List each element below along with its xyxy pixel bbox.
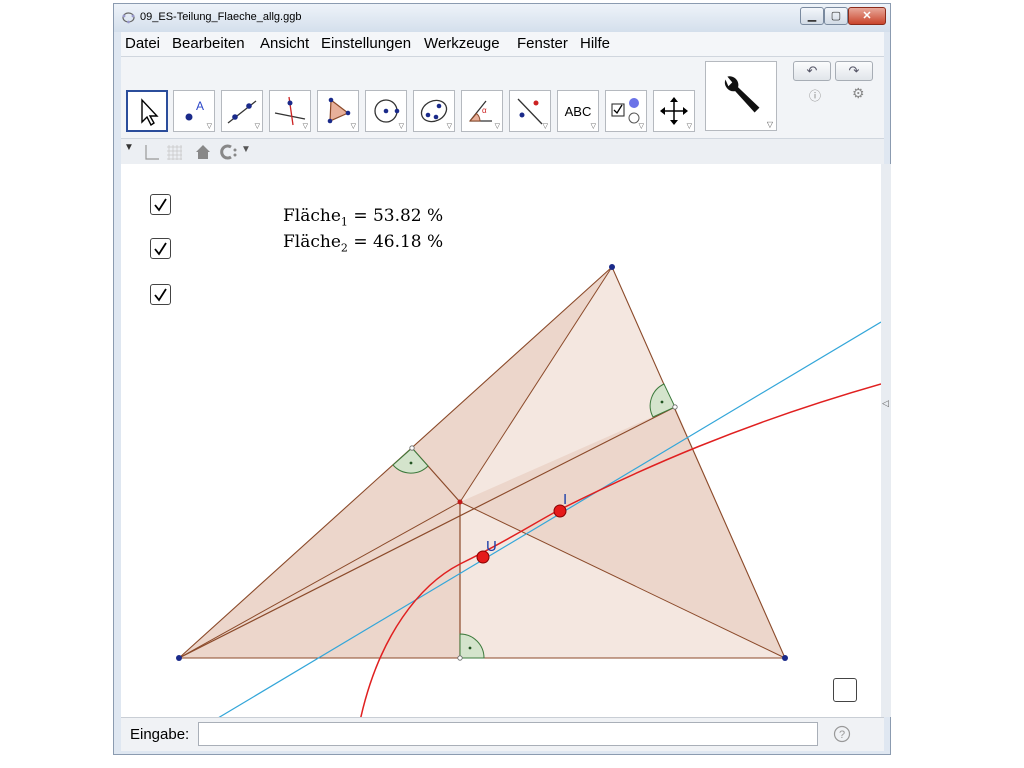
svg-text:α: α (482, 106, 487, 115)
chevron-left-icon[interactable]: ◁ (882, 398, 889, 409)
svg-text:A: A (196, 99, 204, 113)
wrench-icon (724, 76, 760, 113)
checkmark-icon (154, 288, 167, 302)
help-icon[interactable]: ⓘ (809, 87, 821, 104)
checkbox-tool[interactable]: ▽ (605, 90, 647, 132)
menu-bar: Datei Bearbeiten Ansicht Einstellungen W… (121, 32, 884, 56)
menu-einstellungen[interactable]: Einstellungen (321, 35, 411, 52)
home-icon[interactable] (194, 143, 212, 161)
vertex-top[interactable] (609, 264, 615, 270)
vertex-right[interactable] (782, 655, 788, 661)
checkmark-icon (154, 242, 167, 256)
close-button[interactable]: ✕ (848, 7, 886, 25)
construction-canvas: I U (176, 264, 881, 717)
toolbar: A ▽ ▽ ▽ ▽ ▽ ▽ α ▽ ▽ ABC ▽ ▽ ▽ ▽ ↶ ↷ ⓘ ⚙ (121, 56, 884, 139)
gear-icon[interactable]: ⚙ (852, 85, 865, 102)
point-capturing-icon[interactable] (219, 143, 239, 161)
graphics-view[interactable]: I U Fläche1 = 53.82 % Fläche2 = 46.18 % (121, 164, 881, 717)
grid-icon[interactable] (165, 143, 183, 161)
menu-fenster[interactable]: Fenster (517, 35, 568, 52)
stylebar-toggle-icon[interactable]: ▼ (124, 142, 134, 153)
checkbox-1[interactable] (150, 194, 171, 215)
checkmark-icon (154, 198, 167, 212)
redo-button[interactable]: ↷ (835, 61, 873, 81)
side-panel-handle[interactable]: ◁ (881, 164, 891, 717)
vertex-left[interactable] (176, 655, 182, 661)
minimize-button[interactable]: ▁ (800, 7, 824, 25)
menu-ansicht[interactable]: Ansicht (260, 35, 309, 52)
input-bar: Eingabe: ? (121, 717, 884, 751)
menu-datei[interactable]: Datei (125, 35, 160, 52)
move-graphics-view-tool[interactable]: ▽ (653, 90, 695, 132)
window-title: 09_ES-Teilung_Flaeche_allg.ggb (140, 11, 302, 23)
angle-tool[interactable]: α ▽ (461, 90, 503, 132)
polygon-tool[interactable]: ▽ (317, 90, 359, 132)
maximize-button[interactable]: ▢ (824, 7, 848, 25)
perpendicular-line-tool[interactable]: ▽ (269, 90, 311, 132)
checkbox-3[interactable] (150, 284, 171, 305)
foot-point-right (672, 404, 678, 410)
menu-werkzeuge[interactable]: Werkzeuge (424, 35, 500, 52)
line-tool[interactable]: ▽ (221, 90, 263, 132)
area-2-text: Fläche2 = 46.18 % (283, 232, 444, 255)
undo-icon: ↶ (806, 63, 818, 78)
point-tool[interactable]: A ▽ (173, 90, 215, 132)
axes-icon[interactable] (142, 143, 160, 161)
title-bar: 09_ES-Teilung_Flaeche_allg.ggb ▁ ▢ ✕ (114, 4, 890, 32)
interior-point[interactable] (457, 499, 463, 505)
style-bar: ▼ ▼ (121, 138, 884, 165)
svg-text:?: ? (839, 729, 845, 741)
menu-hilfe[interactable]: Hilfe (580, 35, 610, 52)
conic-tool[interactable]: ▽ (413, 90, 455, 132)
menu-bearbeiten[interactable]: Bearbeiten (172, 35, 245, 52)
move-tool[interactable] (126, 90, 168, 132)
chevron-down-icon[interactable]: ▼ (241, 144, 251, 155)
tools-customize-button[interactable]: ▽ (705, 61, 777, 131)
circle-tool[interactable]: ▽ (365, 90, 407, 132)
redo-icon: ↷ (848, 63, 860, 78)
checkbox-4[interactable] (833, 678, 857, 702)
checkbox-2[interactable] (150, 238, 171, 259)
input-help-icon[interactable]: ? (833, 725, 851, 743)
app-window: 09_ES-Teilung_Flaeche_allg.ggb ▁ ▢ ✕ Dat… (113, 3, 891, 755)
text-tool-label: ABC (565, 104, 592, 119)
reflect-tool[interactable]: ▽ (509, 90, 551, 132)
cursor-arrow-icon (141, 98, 159, 127)
foot-point-bottom (457, 655, 463, 661)
area-1-text: Fläche1 = 53.82 % (283, 206, 444, 229)
input-label: Eingabe: (130, 726, 190, 743)
point-u-label: U (486, 538, 497, 555)
input-field[interactable] (198, 722, 818, 746)
point-i-label: I (563, 491, 567, 508)
geogebra-app-icon (122, 12, 135, 24)
undo-button[interactable]: ↶ (793, 61, 831, 81)
foot-point-left (409, 445, 415, 451)
text-tool[interactable]: ABC ▽ (557, 90, 599, 132)
